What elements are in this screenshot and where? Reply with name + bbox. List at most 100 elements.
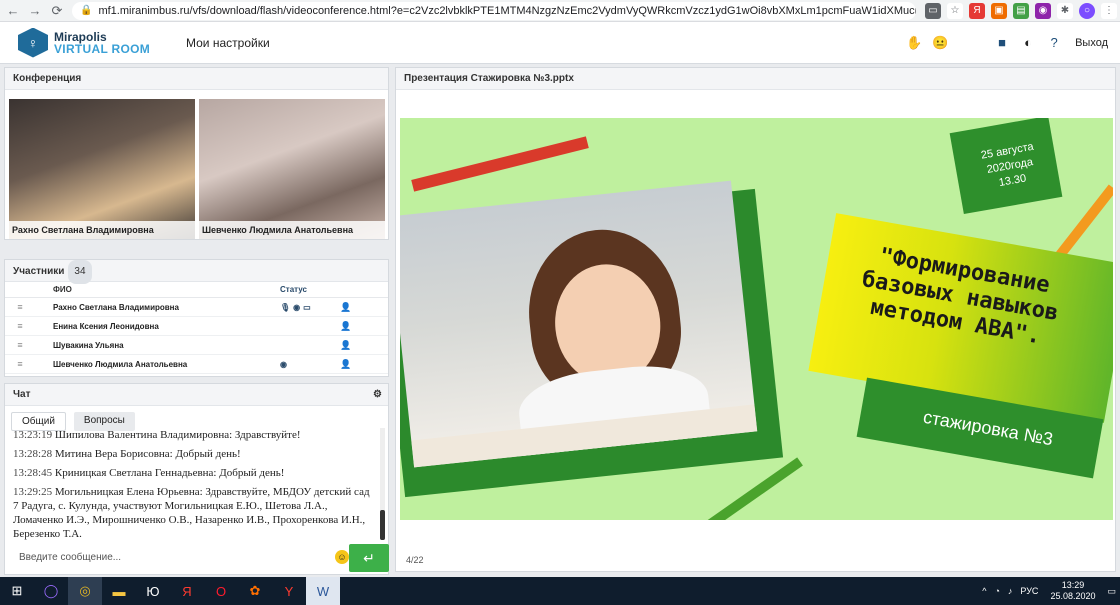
webcam-icon: ◉ [293,302,301,312]
help-icon[interactable]: ? [1045,34,1063,52]
notifications-icon[interactable]: ▭ [1107,586,1116,597]
my-settings-link[interactable]: Мои настройки [186,36,270,50]
media-icon[interactable]: ✿ [238,577,272,605]
child-photo [400,180,758,468]
conference-title: Конференция [5,68,388,90]
video-caption: Рахно Светлана Владимировна [9,221,195,239]
clock-time: 13:29 [1061,580,1085,590]
extension-icon[interactable]: ▤ [1013,2,1029,19]
participant-row[interactable]: ≡ Енина Ксения Леонидовна 👤 [5,317,388,336]
participant-name: Рахно Светлана Владимировна [53,302,179,312]
conference-panel: Конференция Рахно Светлана Владимировна … [4,67,389,240]
drag-handle-icon[interactable]: ≡ [5,359,35,369]
chat-message: 13:28:28 Митина Вера Борисовна: Добрый д… [13,448,241,460]
volume-icon[interactable]: ♪ [1008,586,1013,596]
participant-name: Енина Ксения Леонидовна [53,321,159,331]
back-icon[interactable]: ← [4,2,22,20]
presentation-slide: 25 августа 2020года 13.30 "Формирование … [400,118,1113,520]
red-pencil-graphic [411,136,589,192]
screen-icon: ▭ [303,302,311,312]
chat-scrollbar[interactable] [380,428,385,540]
participant-row[interactable]: ≡ Рахно Светлана Владимировна 🎙 ◉ ▭ 👤 [5,298,388,317]
folder-icon[interactable]: ■ [993,34,1011,52]
raise-hand-icon[interactable]: ✋ [905,34,923,52]
column-name: ФИО [53,285,72,294]
logo-line2: VIRTUAL ROOM [54,41,151,56]
forward-icon[interactable]: → [26,2,44,20]
yandex-browser-icon[interactable]: Y [272,577,306,605]
send-button[interactable]: ↵ [349,544,389,572]
logo-line1: Mirapolis [54,29,107,44]
participants-label: Участники [13,266,65,277]
network-icon[interactable]: ◔ [994,586,999,596]
emoji-icon[interactable]: 😐 [931,34,949,52]
browser-toolbar: ← → ⟳ 🔒 mf1.miranimbus.ru/vfs/download/f… [0,0,1120,22]
settings-gear-icon[interactable]: ⚙ [373,384,382,406]
russian-flag-icon[interactable]: ◐ [1019,34,1037,52]
user-icon: 👤 [340,339,352,350]
windows-start-icon[interactable]: ⊞ [0,577,34,605]
address-bar[interactable]: 🔒 mf1.miranimbus.ru/vfs/download/flash/v… [72,1,916,20]
logo: ♀ Mirapolis VIRTUAL ROOM [18,27,168,58]
exit-button[interactable]: Выход [1075,37,1108,49]
reload-icon[interactable]: ⟳ [48,2,66,20]
page-number: 4/22 [406,555,424,565]
microphone-icon: 🎙 [280,302,291,312]
presentation-panel: Презентация Стажировка №3.pptx 25 август… [395,67,1116,572]
clock-date: 25.08.2020 [1050,591,1096,601]
chat-message: 13:28:45 Криницкая Светлана Геннадьевна:… [13,467,285,479]
user-icon: 👤 [340,358,352,369]
menu-icon[interactable]: ⋮ [1101,2,1117,19]
opera-icon[interactable]: O [204,577,238,605]
chat-message: 13:29:25 Могильницкая Елена Юрьевна: Здр… [13,486,370,540]
presenter-icon: 👤 [340,301,352,312]
extension-icon[interactable]: ◉ [1035,2,1051,19]
extension-icon[interactable]: ▣ [991,2,1007,19]
participant-row[interactable]: ≡ Шевченко Людмила Анатольевна ◉ 👤 [5,355,388,374]
presentation-title: Презентация Стажировка №3.pptx [396,68,1115,90]
star-icon[interactable]: ☆ [947,2,963,19]
participants-title: Участники 34 [5,260,388,284]
emoji-picker-icon[interactable]: ☺ [335,550,349,564]
user-icon: 👤 [340,320,352,331]
yandex-icon[interactable]: Я [170,577,204,605]
extension-icon[interactable]: Я [969,2,985,19]
chat-message: 13:23:19 Шипилова Валентина Владимировна… [13,429,301,441]
webcam-icon: ◉ [280,359,287,369]
word-icon[interactable]: W [306,577,340,605]
participants-panel: Участники 34 ФИО Статус ≡ Рахно Светлана … [4,259,389,377]
participants-count: 34 [68,260,92,284]
column-status: Статус [280,285,307,294]
cast-icon[interactable]: ▭ [925,2,941,19]
participants-header: ФИО Статус [5,282,388,298]
participant-row[interactable]: ≡ Шувакина Ульяна 👤 [5,336,388,355]
clock[interactable]: 13:29 25.08.2020 [1050,580,1095,602]
green-pencil-graphic [707,457,803,520]
lock-icon: 🔒 [80,5,93,16]
tray-arrow-icon[interactable]: ^ [982,586,986,596]
chat-panel: Чат ⚙ Общий Вопросы 13:23:19 Шипилова Ва… [4,383,389,575]
explorer-icon[interactable]: ▬ [102,577,136,605]
windows-taskbar: ⊞ ◯ ◎ ▬ Ю Я O ✿ Y W ^ ◔ ♪ РУС 13:29 25.0… [0,577,1120,605]
app-header: ♀ Mirapolis VIRTUAL ROOM Мои настройки ✋… [0,22,1120,64]
logo-icon: ♀ [18,27,48,58]
message-input[interactable]: Введите сообщение... [13,546,343,568]
profile-icon[interactable]: ○ [1079,2,1095,19]
drag-handle-icon[interactable]: ≡ [5,302,35,312]
drag-handle-icon[interactable]: ≡ [5,321,35,331]
yu-icon[interactable]: Ю [136,577,170,605]
participant-name: Шевченко Людмила Анатольевна [53,359,188,369]
video-caption: Шевченко Людмила Анатольевна [199,221,385,239]
chat-messages: 13:23:19 Шипилова Валентина Владимировна… [9,428,379,540]
system-tray: ^ ◔ ♪ РУС 13:29 25.08.2020 ▭ [978,580,1120,602]
drag-handle-icon[interactable]: ≡ [5,340,35,350]
participant-name: Шувакина Ульяна [53,340,124,350]
chrome-icon[interactable]: ◎ [68,577,102,605]
video-tile[interactable]: Шевченко Людмила Анатольевна [199,99,385,239]
alice-icon[interactable]: ◯ [34,577,68,605]
video-tile[interactable]: Рахно Светлана Владимировна [9,99,195,239]
puzzle-icon[interactable]: ✱ [1057,2,1073,19]
chat-title: Чат ⚙ [5,384,388,406]
lang-indicator[interactable]: РУС [1020,586,1038,596]
